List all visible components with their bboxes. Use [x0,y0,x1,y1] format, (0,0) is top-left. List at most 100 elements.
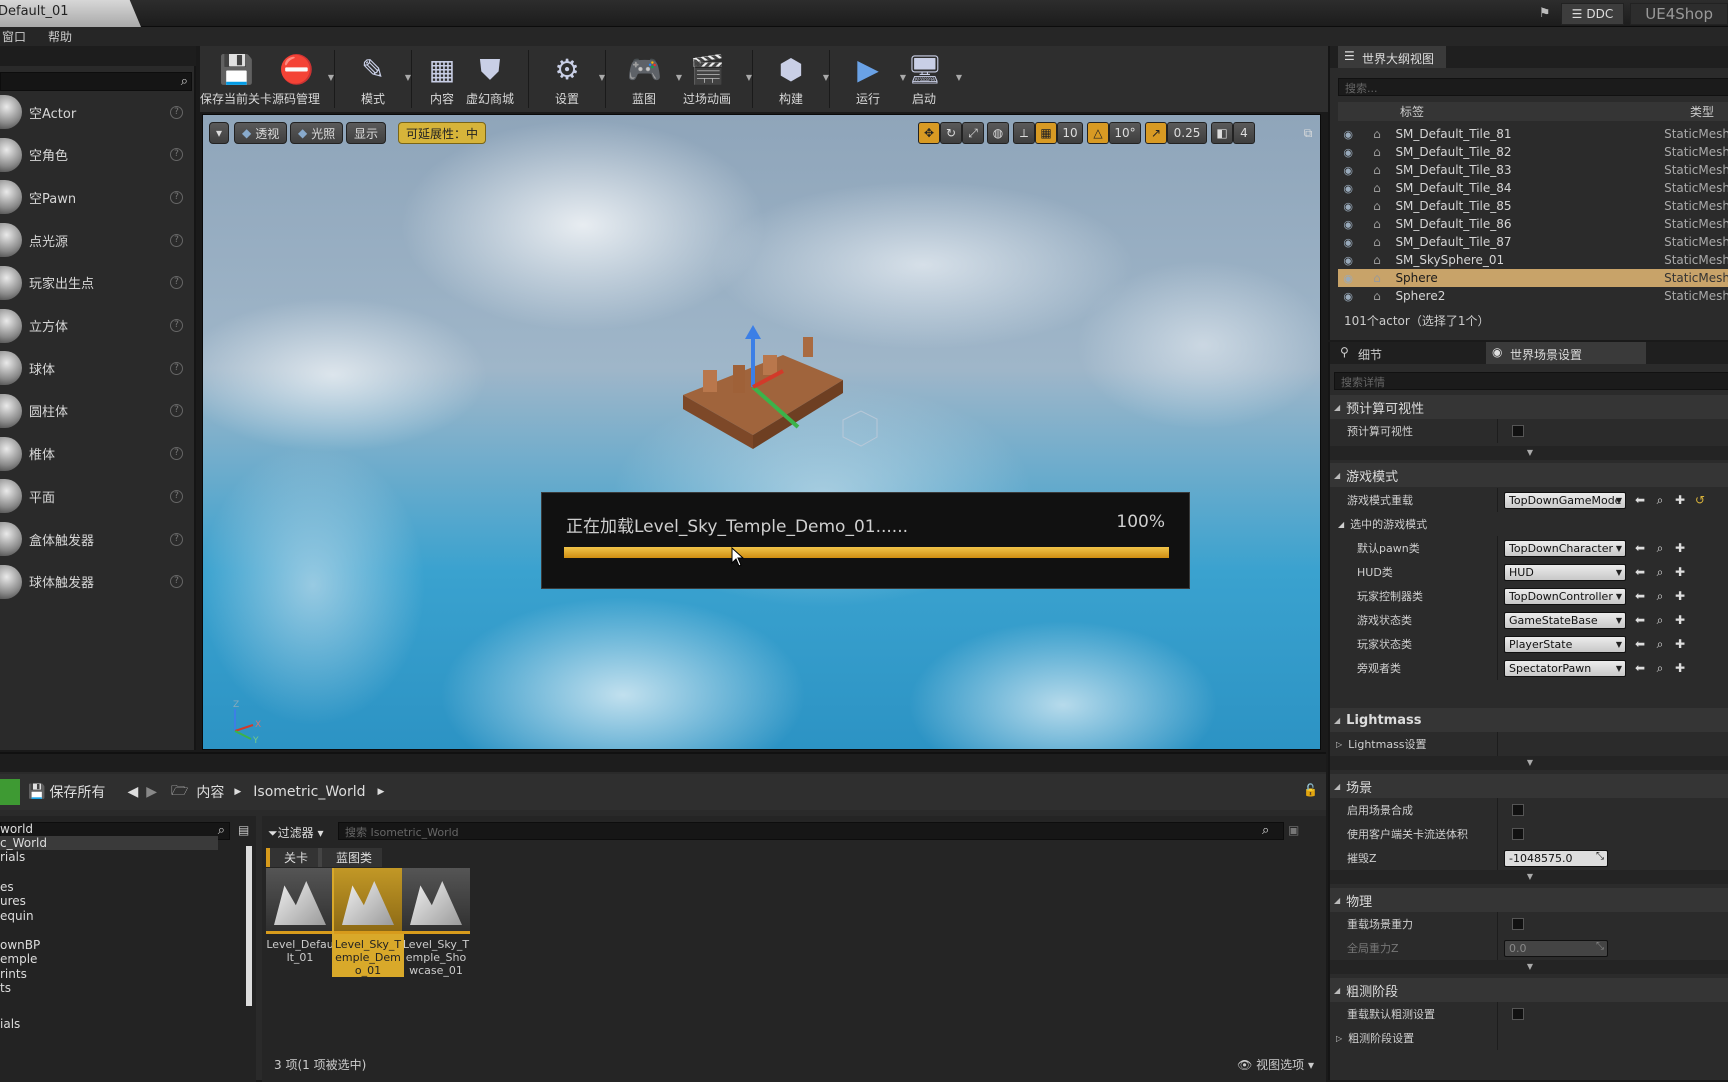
rotate-icon[interactable]: ↻ [940,122,962,144]
expand-more-icon[interactable]: ▼ [1330,446,1728,460]
arrow-left-icon[interactable]: ⬅ [1634,493,1646,507]
toolbar-source-control-button[interactable]: ⛔ 源码管理 ▼ [268,46,334,112]
asset-search-input[interactable]: 搜索 Isometric_World [338,822,1284,840]
arrow-left-icon[interactable]: ⬅ [1634,589,1646,603]
client-streaming-checkbox[interactable] [1512,828,1524,840]
folder-tree-item[interactable]: ials [0,1017,20,1031]
section-physics[interactable]: ◢ 物理 [1330,888,1728,912]
arrow-left-icon[interactable]: ⬅ [1634,565,1646,579]
row-lightmass-settings[interactable]: ▷ Lightmass设置 [1330,732,1728,756]
outliner-search-input[interactable]: 搜索... [1338,78,1728,96]
browse-icon[interactable]: ⌕ [1654,493,1666,508]
place-item[interactable]: 空角色? [0,132,192,178]
chip-level[interactable]: 关卡 [266,848,319,867]
save-all-button[interactable]: 保存所有 [49,782,105,802]
folder-tree-item[interactable]: world [0,822,33,836]
back-arrow-icon[interactable]: ◀ [127,784,138,800]
row-broadphase-settings[interactable]: ▷ 粗测阶段设置 [1330,1026,1728,1050]
asset-tile[interactable]: Level_Sky_Temple_Demo_01 [332,868,404,977]
help-icon[interactable]: ? [170,489,183,503]
row-selected-gamemode[interactable]: ◢ 选中的游戏模式 [1330,512,1728,536]
level-tab[interactable]: Default_01 [0,0,141,27]
perspective-button[interactable]: ◆ 透视 [234,122,288,144]
outliner-row[interactable]: ◉ ⌂ SM_Default_Tile_82 StaticMesh [1338,143,1728,161]
expand-more-icon[interactable]: ▼ [1330,870,1728,884]
menu-item-help[interactable]: 帮助 [48,28,72,45]
show-button[interactable]: 显示 [346,122,387,144]
col-type[interactable]: 类型 [1690,103,1714,120]
browse-icon[interactable]: ⌕ [1654,565,1666,580]
outliner-row[interactable]: ◉ ⌂ SM_SkySphere_01 StaticMesh [1338,251,1728,269]
arrow-left-icon[interactable]: ⬅ [1634,613,1646,627]
place-item[interactable]: 椎体? [0,431,192,477]
section-broadphase[interactable]: ◢ 粗测阶段 [1330,978,1728,1002]
lighting-button[interactable]: ◆ 光照 [290,122,344,144]
global-gravity-input[interactable]: 0.0 [1504,939,1608,957]
gamemode-class-combo[interactable]: GameStateBase [1504,611,1626,629]
eye-icon[interactable]: ◉ [1338,128,1358,141]
expand-more-icon[interactable]: ▼ [1330,756,1728,770]
gamemode-class-combo[interactable]: SpectatorPawn [1504,659,1626,677]
chevron-down-icon[interactable]: ▼ [956,73,962,82]
translate-icon[interactable]: ✥ [918,122,940,144]
eye-icon[interactable]: ◉ [1338,200,1358,213]
flag-icon[interactable]: ⚑ [1535,6,1555,22]
world-composition-checkbox[interactable] [1512,804,1524,816]
folder-tree-item[interactable]: ures [0,894,26,908]
help-icon[interactable]: ? [170,148,183,162]
add-icon[interactable]: ✚ [1674,613,1686,627]
scale-snap-icon[interactable]: ↗ [1145,122,1167,144]
eye-icon[interactable]: ◉ [1338,290,1358,303]
tab-world-outliner[interactable]: ☰ 世界大纲视图 [1338,46,1447,68]
broadphase-override-checkbox[interactable] [1512,1008,1524,1020]
folder-tree-item[interactable]: ts [0,981,11,995]
help-icon[interactable]: ? [170,447,183,461]
chevron-down-icon[interactable]: ▼ [328,73,334,82]
place-item[interactable]: 球体触发器? [0,559,192,605]
col-label[interactable]: 标签 [1400,103,1690,120]
toolbar-build-button[interactable]: ⬢ 构建 ▼ [763,46,829,112]
help-icon[interactable]: ? [170,233,183,247]
ddc-button[interactable]: ☰ DDC [1560,2,1625,25]
asset-tile[interactable]: Level_Default_01 [264,868,336,964]
camera-speed-icon[interactable]: ◧ [1211,122,1233,144]
view-options-button[interactable]: 👁 视图选项 ▾ [1237,1056,1314,1073]
toolbar-launch-button[interactable]: 🖥 启动 ▼ [896,46,962,112]
gamemode-class-combo[interactable]: TopDownCharacter [1504,539,1626,557]
chevron-down-icon[interactable]: ▼ [599,73,605,82]
chevron-down-icon[interactable]: ▼ [405,73,411,82]
eye-icon[interactable]: ◉ [1338,146,1358,159]
place-item[interactable]: 平面? [0,473,192,519]
maximize-icon[interactable]: ⧉ [1301,122,1315,144]
eye-icon[interactable]: ◉ [1338,218,1358,231]
add-icon[interactable]: ✚ [1674,565,1686,579]
help-icon[interactable]: ? [170,361,183,375]
toolbar-cinematics-button[interactable]: 🎬 过场动画 ▼ [672,46,752,112]
menu-item-window[interactable]: 窗口 [2,28,26,45]
help-icon[interactable]: ? [170,276,183,290]
filters-button[interactable]: ⏷过滤器 ▾ [268,824,323,841]
place-item[interactable]: 盒体触发器? [0,516,192,562]
path-folder[interactable]: Isometric_World [253,784,365,800]
toolbar-content-button[interactable]: ▦ 内容 [422,46,462,112]
override-gravity-checkbox[interactable] [1512,918,1524,930]
surface-snap-icon[interactable]: ⟂ [1013,122,1035,144]
toolbar-save-button[interactable]: 💾 保存当前关卡 [200,46,272,112]
section-precomputed[interactable]: ◢ 预计算可视性 [1330,395,1728,419]
gamemode-class-combo[interactable]: TopDownController [1504,587,1626,605]
section-lightmass[interactable]: ◢ Lightmass [1330,708,1728,732]
path-separator-icon[interactable]: ▶ [234,787,241,797]
browse-icon[interactable]: ⌕ [1654,541,1666,556]
add-new-button[interactable] [0,779,20,805]
gamemode-class-combo[interactable]: HUD [1504,563,1626,581]
gamemode-class-combo[interactable]: PlayerState [1504,635,1626,653]
folder-tree-item[interactable]: ownBP [0,938,40,952]
outliner-row[interactable]: ◉ ⌂ SM_Default_Tile_81 StaticMesh [1338,125,1728,143]
eye-icon[interactable]: ◉ [1338,272,1358,285]
outliner-row[interactable]: ◉ ⌂ SM_Default_Tile_87 StaticMesh [1338,233,1728,251]
world-space-icon[interactable]: ◍ [987,122,1009,144]
tab-world-settings[interactable]: ◉ 世界场景设置 [1486,342,1646,364]
place-item[interactable]: 空Actor? [0,89,192,135]
rotation-snap-icon[interactable]: △ [1087,122,1109,144]
chevron-down-icon[interactable]: ▼ [823,73,829,82]
